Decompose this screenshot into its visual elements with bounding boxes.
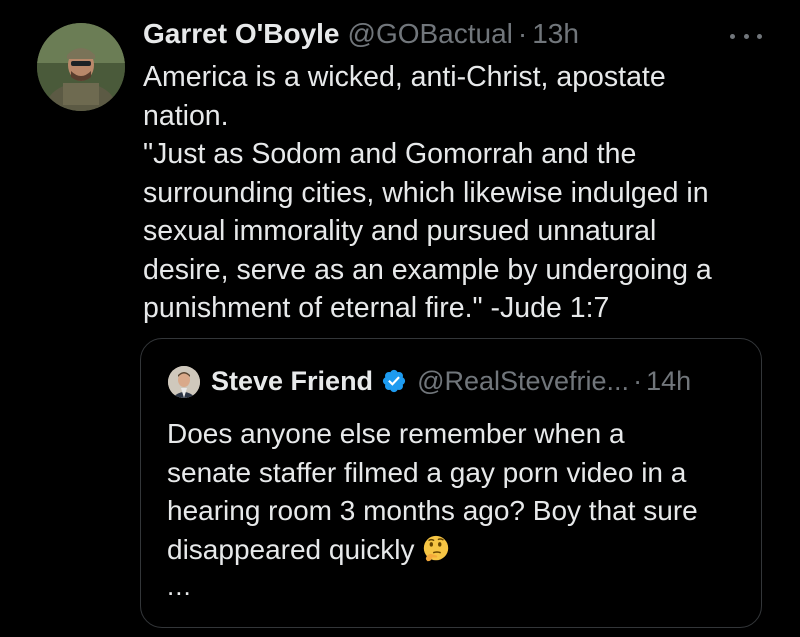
quoted-text-line-last: disappeared quickly <box>167 531 747 570</box>
quoted-author-avatar[interactable] <box>168 366 200 398</box>
quoted-header-separator: · <box>633 365 643 396</box>
tweet-text-line: America is a wicked, anti-Christ, aposta… <box>143 61 666 93</box>
tweet-text-line: punishment of eternal fire." -Jude 1:7 <box>143 292 610 324</box>
author-handle[interactable]: @GOBactual <box>348 18 513 50</box>
thinking-face-icon <box>421 534 451 564</box>
quoted-text-line: disappeared quickly <box>167 533 415 565</box>
author-display-name[interactable]: Garret O'Boyle <box>143 18 340 50</box>
tweet-text-line: sexual immorality and pursued unnatural <box>143 215 657 247</box>
author-avatar[interactable] <box>37 23 125 111</box>
quoted-author-handle[interactable]: @RealStevefrie... <box>417 366 629 397</box>
quoted-tweet-text: Does anyone else remember when a senate … <box>167 415 747 569</box>
verified-badge-icon <box>381 368 407 394</box>
quoted-text-line: senate staffer filmed a gay porn video i… <box>167 456 687 488</box>
tweet[interactable]: Garret O'Boyle @GOBactual · 13h America … <box>0 0 800 637</box>
tweet-text-line: surrounding cities, which likewise indul… <box>143 176 709 209</box>
tweet-text: America is a wicked, anti-Christ, aposta… <box>143 58 743 328</box>
more-options-icon[interactable] <box>730 28 762 44</box>
tweet-timestamp[interactable]: 13h <box>532 18 579 50</box>
quoted-tweet-timestamp[interactable]: 14h <box>646 366 691 397</box>
tweet-text-line: desire, serve as an example by undergoin… <box>143 253 712 286</box>
quoted-text-line: hearing room 3 months ago? Boy that sure <box>167 495 698 526</box>
tweet-header: Garret O'Boyle @GOBactual · 13h <box>143 18 730 54</box>
quoted-author-display-name[interactable]: Steve Friend <box>211 366 373 397</box>
header-separator: · <box>517 18 528 49</box>
tweet-text-line: nation. <box>143 99 229 132</box>
quoted-tweet-header: Steve Friend @RealStevefrie... · 14h <box>211 363 741 399</box>
truncation-ellipsis: ... <box>167 571 192 601</box>
quoted-text-line: Does anyone else remember when a <box>167 418 625 449</box>
tweet-text-line: "Just as Sodom and Gomorrah and the <box>143 138 637 170</box>
quoted-tweet[interactable]: Steve Friend @RealStevefrie... · 14h Doe… <box>140 338 762 628</box>
profile-photo-icon <box>37 23 125 111</box>
profile-photo-icon <box>168 366 200 398</box>
